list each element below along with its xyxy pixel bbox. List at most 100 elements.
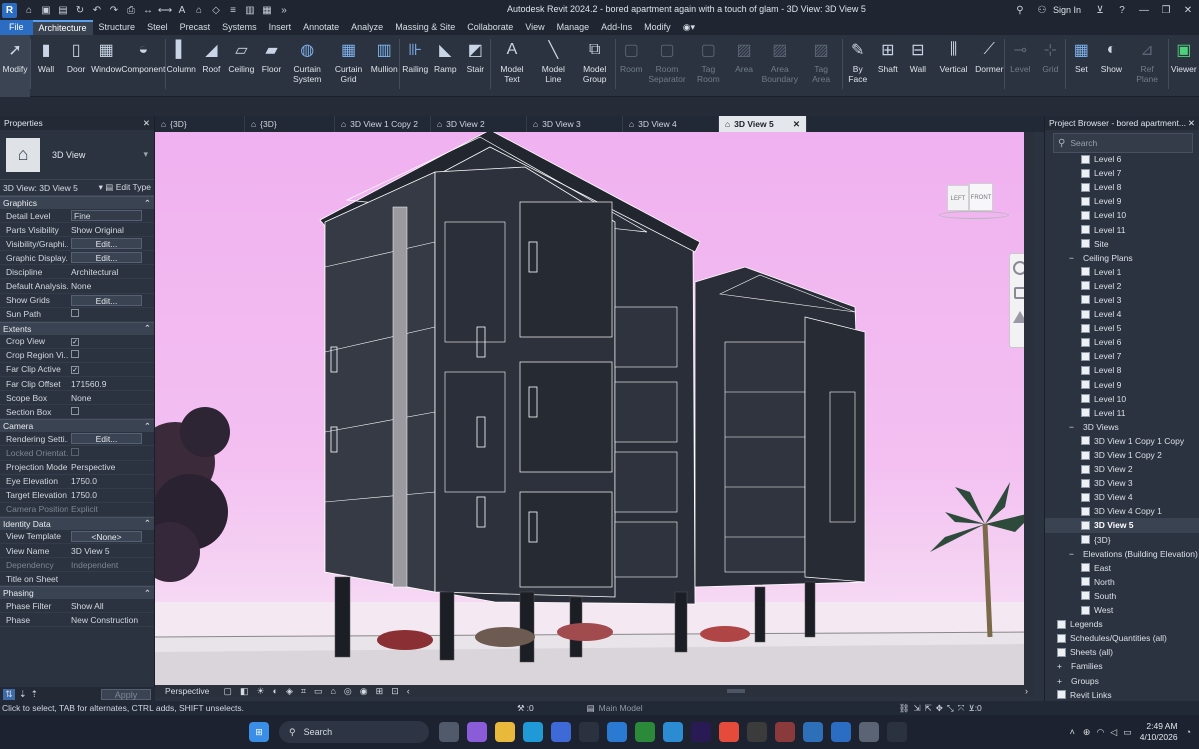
chevron-down-icon[interactable]: ▾	[143, 149, 148, 160]
browser-item[interactable]: Sheets (all)	[1045, 645, 1199, 659]
vertical-scrollbar[interactable]	[1024, 132, 1034, 685]
print-icon[interactable]: ⎙	[123, 2, 139, 18]
browser-item[interactable]: Level 4	[1045, 307, 1199, 321]
view-tab[interactable]: ⌂ 3D View 4	[623, 116, 719, 132]
lock-3d-icon[interactable]: ⌂	[330, 686, 335, 696]
tool-roof[interactable]: ◢ Roof	[196, 35, 226, 97]
menu-architecture[interactable]: Architecture	[32, 20, 93, 35]
instance-selector[interactable]: 3D View: 3D View 5 ▾ ▤ Edit Type	[0, 180, 154, 196]
browser-item[interactable]: Level 7	[1045, 166, 1199, 180]
tool-area[interactable]: ▨ Area	[729, 35, 759, 97]
wifi-icon[interactable]: ◠	[1096, 727, 1104, 738]
photos-icon[interactable]	[803, 722, 823, 742]
minimize-button[interactable]: —	[1133, 5, 1155, 16]
browser-item[interactable]: Level 6	[1045, 335, 1199, 349]
browser-item[interactable]: Level 2	[1045, 279, 1199, 293]
battery-icon[interactable]: ▭	[1123, 727, 1132, 738]
view-tab[interactable]: ⌂ 3D View 5 ✕	[719, 116, 807, 132]
browser-item[interactable]: 3D View 5	[1045, 518, 1199, 533]
browser-item[interactable]: Schedules/Quantities (all)	[1045, 631, 1199, 645]
horizontal-scrollbar[interactable]	[727, 689, 745, 693]
browser-item[interactable]: Level 8	[1045, 363, 1199, 377]
collapse-icon[interactable]: ⌃	[144, 518, 151, 529]
render-icon[interactable]: ◈	[286, 686, 293, 697]
property-value[interactable]: 171560.9	[68, 379, 154, 389]
browser-item[interactable]: East	[1045, 561, 1199, 575]
close-button[interactable]: ✕	[1177, 5, 1199, 16]
property-group-camera[interactable]: Camera ⌃	[0, 419, 154, 433]
tag-icon[interactable]: A	[174, 2, 190, 18]
viewcube-compass[interactable]	[939, 211, 1009, 219]
3d-viewport[interactable]: LEFT FRONT	[155, 132, 1034, 685]
tool-by-face[interactable]: ✎ By Face	[843, 35, 873, 97]
live-icon[interactable]	[747, 722, 767, 742]
clock[interactable]: 2:49 AM 4/10/2026	[1140, 721, 1178, 743]
property-value[interactable]: ✓	[68, 364, 154, 375]
property-value[interactable]: Show Original	[68, 225, 154, 235]
property-value[interactable]: Edit...	[68, 433, 154, 445]
edit-button[interactable]: Edit...	[71, 294, 142, 306]
browser-item[interactable]: Revit Links	[1045, 688, 1199, 701]
revit-logo-icon[interactable]: R	[2, 2, 17, 18]
select-by-face-icon[interactable]: ⤡	[947, 703, 954, 714]
winrar-icon[interactable]	[775, 722, 795, 742]
revit-taskbar-icon[interactable]	[831, 722, 851, 742]
tool-floor[interactable]: ▰ Floor	[256, 35, 286, 97]
taskbar-search[interactable]: ⚲ Search	[279, 721, 429, 743]
property-checkbox[interactable]	[71, 447, 79, 456]
edit-button[interactable]: Edit...	[71, 252, 142, 264]
task-view-icon[interactable]	[439, 722, 459, 742]
file-explorer-icon[interactable]	[495, 722, 515, 742]
customize-icon[interactable]: »	[276, 2, 292, 18]
browser-item[interactable]: North	[1045, 575, 1199, 589]
close-tab-icon[interactable]: ✕	[793, 119, 800, 130]
maps-icon[interactable]	[607, 722, 627, 742]
property-value[interactable]	[68, 406, 154, 417]
tool-component[interactable]: ◒ Component	[121, 35, 165, 97]
menu-file[interactable]: File	[0, 20, 33, 35]
chrome-icon[interactable]	[719, 722, 739, 742]
edit-button[interactable]: Edit...	[71, 238, 142, 250]
menu-systems[interactable]: Systems	[216, 20, 263, 35]
view-tab[interactable]: ⌂ 3D View 3	[527, 116, 623, 132]
reveal-hidden-icon[interactable]: ◉	[360, 686, 368, 697]
menu-massing-site[interactable]: Massing & Site	[389, 20, 461, 35]
collapse-icon[interactable]: −	[1069, 549, 1077, 559]
menu-structure[interactable]: Structure	[93, 20, 142, 35]
help-icon[interactable]: ?	[1111, 5, 1133, 16]
edit-button[interactable]: Edit...	[71, 433, 142, 445]
browser-search-input[interactable]: Search	[1070, 138, 1097, 148]
menu-view[interactable]: View	[519, 20, 550, 35]
tool-wall[interactable]: ▮ Wall	[31, 35, 61, 97]
tool-mullion[interactable]: ▥ Mullion	[369, 35, 399, 97]
browser-item[interactable]: South	[1045, 589, 1199, 603]
language-icon[interactable]: ⊕	[1083, 727, 1091, 738]
edit-type-button[interactable]: Edit Type	[116, 182, 151, 192]
menu-insert[interactable]: Insert	[263, 20, 298, 35]
view-tab[interactable]: ⌂ {3D}	[245, 116, 335, 132]
dimension-icon[interactable]: ⟷	[157, 2, 173, 18]
tool-vertical[interactable]: ⫼ Vertical	[933, 35, 974, 97]
collapse-icon[interactable]: −	[1069, 422, 1077, 432]
undo-icon[interactable]: ↶	[89, 2, 105, 18]
property-checkbox[interactable]	[71, 406, 79, 415]
tool-cursor[interactable]: ➚ Modify	[0, 35, 31, 97]
menu-analyze[interactable]: Analyze	[345, 20, 389, 35]
tool-ceiling[interactable]: ▱ Ceiling	[226, 35, 256, 97]
browser-item[interactable]: Level 10	[1045, 208, 1199, 222]
highlight-icon[interactable]: ⊡	[391, 686, 399, 697]
property-value[interactable]	[68, 309, 154, 319]
property-value[interactable]: Edit...	[68, 238, 154, 250]
tool-column[interactable]: ▌ Column	[166, 35, 196, 97]
browser-item[interactable]: 3D View 2	[1045, 462, 1199, 476]
switch-windows-icon[interactable]: ▦	[259, 2, 275, 18]
cart-icon[interactable]: ⊻	[1089, 5, 1111, 16]
tool-window[interactable]: ▦ Window	[91, 35, 121, 97]
browser-item[interactable]: Level 1	[1045, 265, 1199, 279]
collapse-icon[interactable]: ⌃	[144, 588, 151, 599]
property-value[interactable]: Independent	[68, 560, 154, 570]
property-input[interactable]: Fine	[71, 210, 142, 222]
chevron-down-icon[interactable]: ▾	[99, 182, 103, 192]
scroll-right-icon[interactable]: ›	[1025, 686, 1028, 696]
browser-item[interactable]: West	[1045, 603, 1199, 617]
